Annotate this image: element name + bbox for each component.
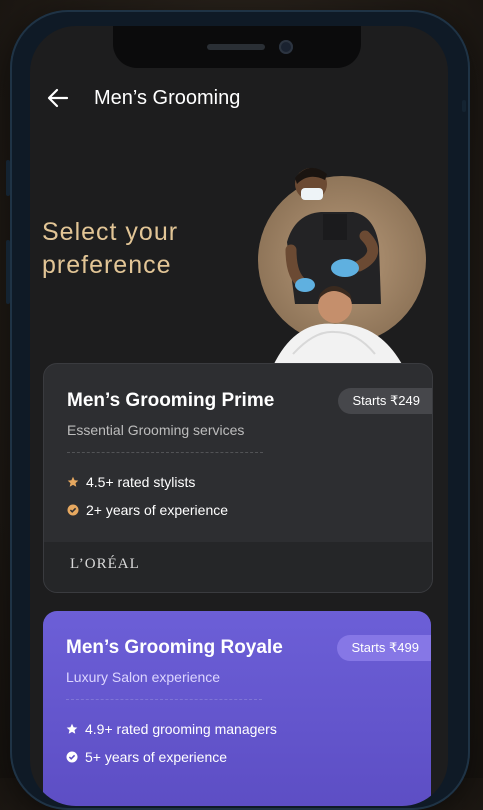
phone-side-button xyxy=(6,240,10,304)
feature-item: 5+ years of experience xyxy=(66,749,227,765)
feature-label: 5+ years of experience xyxy=(85,749,228,765)
feature-label: 2+ years of experience xyxy=(86,502,229,518)
star-icon xyxy=(66,723,78,735)
back-button[interactable] xyxy=(46,86,70,110)
package-subtitle: Luxury Salon experience xyxy=(66,669,221,685)
package-card-prime[interactable]: Men’s Grooming Prime Starts ₹249 Essenti… xyxy=(43,363,433,593)
hero-line-1: Select your xyxy=(42,218,179,246)
phone-side-button xyxy=(462,100,466,112)
brand-logo: L’ORÉAL xyxy=(70,556,140,572)
feature-item: 2+ years of experience xyxy=(67,502,228,518)
app-header: Men’s Grooming xyxy=(46,84,240,112)
page-title: Men’s Grooming xyxy=(94,86,241,109)
check-badge-icon xyxy=(67,504,79,516)
divider xyxy=(66,699,262,700)
check-badge-icon xyxy=(66,751,78,763)
arrow-left-icon xyxy=(47,88,69,108)
price-badge: Starts ₹249 xyxy=(338,388,432,414)
hero-line-2: preference xyxy=(42,251,172,279)
barber-illustration xyxy=(258,167,426,366)
star-icon xyxy=(67,476,79,488)
app-screen: Men’s Grooming Select your preference Me xyxy=(30,26,448,806)
feature-item: 4.5+ rated stylists xyxy=(67,474,195,490)
package-name: Men’s Grooming Royale xyxy=(66,637,283,658)
front-camera xyxy=(279,40,293,54)
feature-label: 4.9+ rated grooming managers xyxy=(85,721,277,737)
price-badge: Starts ₹499 xyxy=(337,635,431,661)
package-card-royale[interactable]: Men’s Grooming Royale Starts ₹499 Luxury… xyxy=(43,611,431,806)
speaker-grille xyxy=(207,44,265,50)
brand-footer: L’ORÉAL xyxy=(44,542,432,592)
phone-side-button xyxy=(6,160,10,196)
feature-label: 4.5+ rated stylists xyxy=(86,474,196,490)
divider xyxy=(67,452,263,453)
phone-notch xyxy=(113,26,361,68)
package-subtitle: Essential Grooming services xyxy=(67,422,245,438)
hero-heading: Select your preference xyxy=(42,216,262,282)
package-name: Men’s Grooming Prime xyxy=(67,390,275,411)
feature-item: 4.9+ rated grooming managers xyxy=(66,721,277,737)
